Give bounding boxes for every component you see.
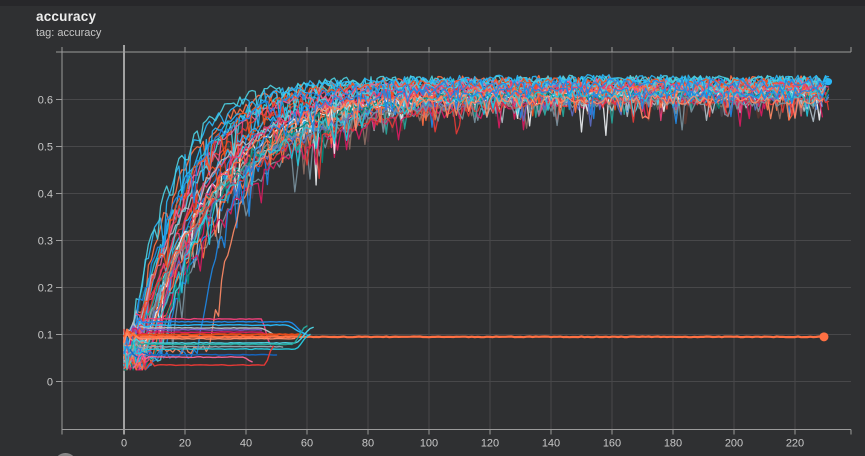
top-bar — [0, 0, 865, 6]
run-line — [124, 91, 822, 365]
x-tick-label: 160 — [603, 438, 621, 450]
x-tick-label: 180 — [664, 438, 682, 450]
run-line — [124, 82, 819, 369]
run-line — [124, 84, 819, 361]
endpoint-dot — [825, 78, 832, 85]
y-tick-label: 0.4 — [38, 189, 53, 201]
run-line — [124, 97, 822, 364]
x-tick-label: 100 — [420, 438, 438, 450]
plot-svg[interactable]: 0 20 40 60 80 100 120 140 160 180 200 220 0 0.1 0.2 0.3… — [0, 0, 865, 456]
tensorboard-scalar-panel: 0 20 40 60 80 100 120 140 160 180 200 220 0 0.1 0.2 0.3… — [0, 0, 865, 456]
run-line — [124, 82, 822, 366]
x-tick-label: 200 — [725, 438, 743, 450]
run-line — [124, 88, 822, 356]
y-tick-label: 0.6 — [38, 95, 53, 107]
x-tick-label: 80 — [362, 438, 374, 450]
y-tick-label: 0 — [47, 377, 53, 389]
chart-title: accuracy — [36, 9, 96, 24]
run-line — [124, 90, 826, 361]
run-line — [124, 83, 826, 370]
x-tick-label: 0 — [121, 438, 127, 450]
endpoint-dots — [819, 78, 832, 341]
run-lines — [124, 75, 829, 370]
endpoint-dot — [819, 332, 828, 341]
run-line — [124, 79, 829, 355]
run-line — [124, 88, 822, 359]
x-tick-label: 60 — [301, 438, 313, 450]
run-line — [124, 85, 829, 357]
x-tick-label: 40 — [240, 438, 252, 450]
y-tick-label: 0.2 — [38, 283, 53, 295]
y-tick-label: 0.3 — [38, 236, 53, 248]
x-tick-label: 120 — [481, 438, 499, 450]
chart-tag-subtitle: tag: accuracy — [36, 27, 101, 39]
x-tick-label: 140 — [542, 438, 560, 450]
run-line — [124, 76, 822, 364]
run-line — [124, 75, 826, 357]
y-tick-label: 0.1 — [38, 330, 53, 342]
x-tick-label: 20 — [179, 438, 191, 450]
x-tick-label: 220 — [786, 438, 804, 450]
y-tick-label: 0.5 — [38, 142, 53, 154]
run-line — [124, 86, 826, 355]
